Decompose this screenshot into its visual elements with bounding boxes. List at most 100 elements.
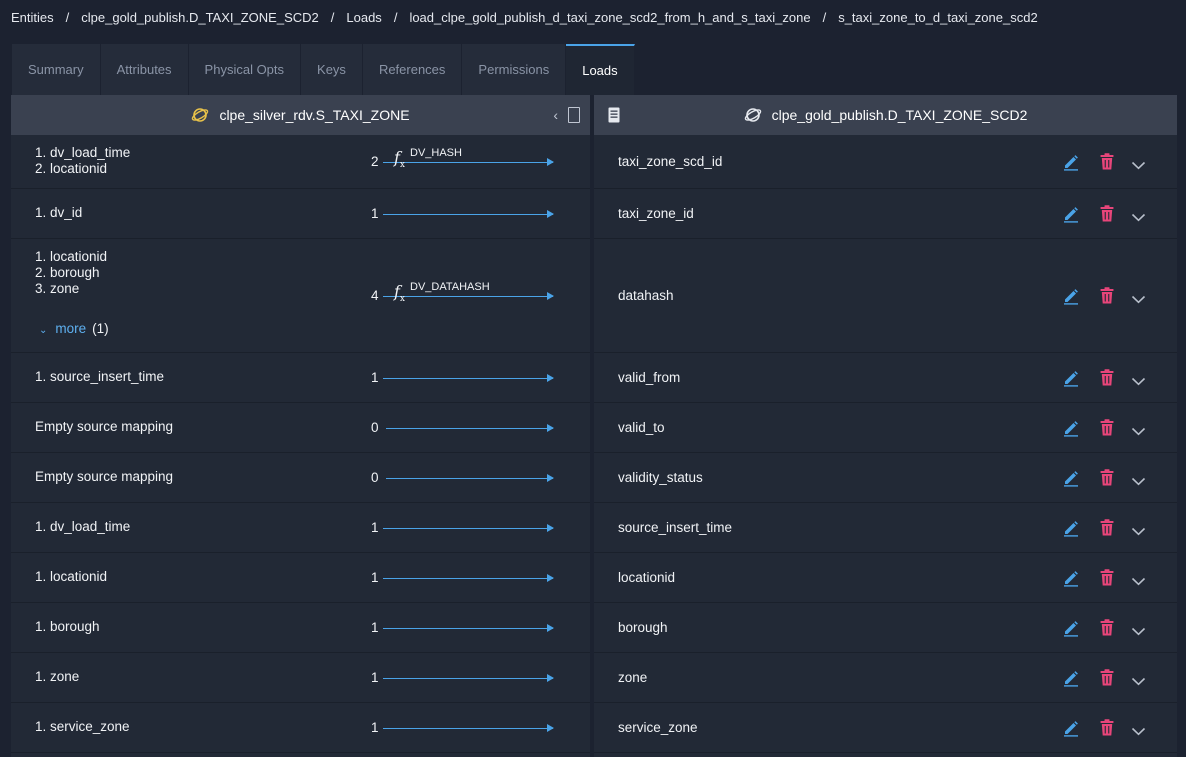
- delete-icon[interactable]: [1100, 205, 1114, 225]
- target-mapping-row[interactable]: source_insert_time: [594, 503, 1177, 553]
- edit-icon[interactable]: [1062, 619, 1080, 640]
- target-mapping-row[interactable]: borough: [594, 603, 1177, 653]
- delete-icon[interactable]: [1100, 153, 1114, 173]
- chevron-down-icon[interactable]: [1131, 673, 1146, 689]
- source-mapping-row[interactable]: Empty source mapping 0: [11, 453, 590, 503]
- edit-icon[interactable]: [1062, 719, 1080, 740]
- target-mapping-row[interactable]: locationid: [594, 553, 1177, 603]
- tab-permissions[interactable]: Permissions: [462, 44, 567, 95]
- breadcrumb-load[interactable]: load_clpe_gold_publish_d_taxi_zone_scd2_…: [409, 10, 810, 25]
- chevron-down-icon[interactable]: [1131, 423, 1146, 439]
- edit-icon[interactable]: [1062, 419, 1080, 440]
- delete-icon[interactable]: [1100, 419, 1114, 439]
- target-mapping-row[interactable]: taxi_zone_scd_id: [594, 135, 1177, 189]
- edit-icon[interactable]: [1062, 205, 1080, 226]
- tab-references[interactable]: References: [362, 44, 463, 95]
- function-name: DV_DATAHASH: [410, 281, 490, 293]
- target-panel: clpe_gold_publish.D_TAXI_ZONE_SCD2 taxi_…: [594, 95, 1177, 757]
- source-mapping-row[interactable]: Empty source mapping 0: [11, 403, 590, 453]
- chevron-left-icon[interactable]: ‹: [553, 107, 558, 123]
- source-mapping-row[interactable]: 1. source_insert_time 1: [11, 353, 590, 403]
- source-attribute: 1. borough: [35, 619, 100, 634]
- tab-keys[interactable]: Keys: [301, 44, 363, 95]
- source-attribute: 1. locationid: [35, 569, 108, 584]
- function-icon: fx: [394, 148, 405, 171]
- chevron-down-icon[interactable]: [1131, 157, 1146, 173]
- chevron-down-icon[interactable]: [1131, 209, 1146, 225]
- delete-icon[interactable]: [1100, 619, 1114, 639]
- target-mapping-row[interactable]: valid_from: [594, 353, 1177, 403]
- mapping-arrow: [386, 474, 554, 482]
- target-attribute: taxi_zone_scd_id: [618, 154, 723, 169]
- chevron-down-icon[interactable]: [1131, 623, 1146, 639]
- source-mapping-row[interactable]: 1. borough 1: [11, 603, 590, 653]
- source-attribute-list: 1. borough: [35, 619, 100, 635]
- target-attribute: validity_status: [618, 470, 703, 485]
- source-attribute: 1. source_insert_time: [35, 369, 165, 384]
- breadcrumb-entity[interactable]: clpe_gold_publish.D_TAXI_ZONE_SCD2: [81, 10, 319, 25]
- edit-icon[interactable]: [1062, 287, 1080, 308]
- target-mapping-row[interactable]: datahash: [594, 239, 1177, 353]
- chevron-down-icon[interactable]: [1131, 523, 1146, 539]
- edit-icon[interactable]: [1062, 369, 1080, 390]
- target-mapping-row[interactable]: validity_status: [594, 453, 1177, 503]
- tab-loads[interactable]: Loads: [566, 44, 635, 95]
- delete-icon[interactable]: [1100, 469, 1114, 489]
- target-attribute: datahash: [618, 288, 674, 303]
- source-attribute: 1. locationid: [35, 249, 108, 264]
- target-mapping-row[interactable]: taxi_zone_id: [594, 189, 1177, 239]
- source-mapping-row[interactable]: 1. zone 1: [11, 653, 590, 703]
- target-mapping-row[interactable]: zone: [594, 653, 1177, 703]
- panel-toggle-icon[interactable]: [568, 107, 580, 123]
- tab-bar: Summary Attributes Physical Opts Keys Re…: [12, 44, 635, 95]
- edit-icon[interactable]: [1062, 153, 1080, 174]
- chevron-down-icon[interactable]: [1131, 723, 1146, 739]
- document-icon[interactable]: [608, 107, 620, 123]
- breadcrumb: Entities / clpe_gold_publish.D_TAXI_ZONE…: [0, 0, 1186, 34]
- breadcrumb-separator: /: [65, 9, 70, 25]
- edit-icon[interactable]: [1062, 469, 1080, 490]
- source-mapping-row[interactable]: 1. service_zone 1: [11, 703, 590, 753]
- source-attribute: 1. service_zone: [35, 719, 130, 734]
- tab-physical-opts[interactable]: Physical Opts: [188, 44, 302, 95]
- tab-summary[interactable]: Summary: [12, 44, 101, 95]
- chevron-down-icon[interactable]: [1131, 573, 1146, 589]
- delete-icon[interactable]: [1100, 369, 1114, 389]
- edit-icon[interactable]: [1062, 519, 1080, 540]
- target-attribute: service_zone: [618, 720, 698, 735]
- target-attribute: valid_from: [618, 370, 681, 385]
- function-icon: fx: [394, 282, 405, 305]
- chevron-down-icon[interactable]: [1131, 373, 1146, 389]
- breadcrumb-separator: /: [822, 9, 827, 25]
- target-mapping-row[interactable]: valid_to: [594, 403, 1177, 453]
- source-mapping-row[interactable]: 1. locationid 2. borough 3. zone ⌄ more (1) 4 f…: [11, 239, 590, 353]
- source-attribute-list: 1. service_zone: [35, 719, 130, 735]
- source-mapping-row[interactable]: 1. dv_load_time 2. locationid 2 fx DV_HASH: [11, 135, 590, 189]
- delete-icon[interactable]: [1100, 287, 1114, 307]
- source-mapping-row[interactable]: 1. locationid 1: [11, 553, 590, 603]
- delete-icon[interactable]: [1100, 519, 1114, 539]
- mapping-arrow: [383, 574, 554, 582]
- delete-icon[interactable]: [1100, 569, 1114, 589]
- target-mapping-row[interactable]: service_zone: [594, 703, 1177, 753]
- mapping-arrow: [383, 158, 554, 166]
- source-mapping-row[interactable]: 1. dv_load_time 1: [11, 503, 590, 553]
- target-attribute: zone: [618, 670, 648, 685]
- edit-icon[interactable]: [1062, 669, 1080, 690]
- source-mapping-row[interactable]: 1. dv_id 1: [11, 189, 590, 239]
- mapping-count: 1: [371, 670, 379, 685]
- source-panel-title: clpe_silver_rdv.S_TAXI_ZONE: [219, 107, 410, 123]
- mapping-arrow: [383, 674, 554, 682]
- chevron-down-icon[interactable]: [1131, 473, 1146, 489]
- breadcrumb-entities[interactable]: Entities: [11, 10, 54, 25]
- more-link[interactable]: ⌄ more (1): [39, 321, 109, 336]
- delete-icon[interactable]: [1100, 719, 1114, 739]
- tab-attributes[interactable]: Attributes: [100, 44, 189, 95]
- source-attribute: 1. dv_id: [35, 205, 83, 220]
- source-attribute: 1. zone: [35, 669, 80, 684]
- edit-icon[interactable]: [1062, 569, 1080, 590]
- breadcrumb-loads[interactable]: Loads: [346, 10, 381, 25]
- delete-icon[interactable]: [1100, 669, 1114, 689]
- chevron-down-icon[interactable]: [1131, 291, 1146, 307]
- function-name: DV_HASH: [410, 147, 462, 159]
